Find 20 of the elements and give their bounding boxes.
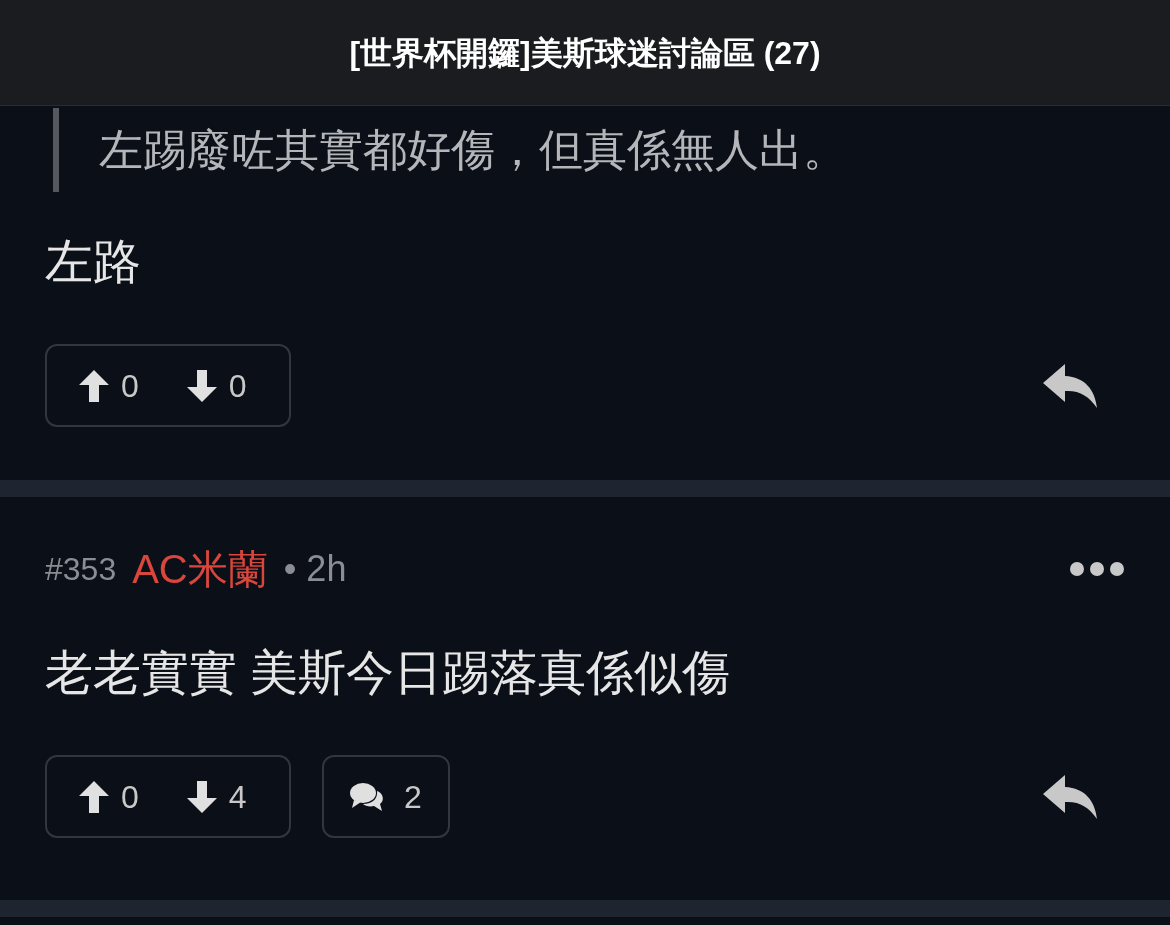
reply-icon[interactable] <box>1043 363 1097 408</box>
quoted-text: 左踢廢咗其實都好傷，但真係無人出。 <box>99 124 848 176</box>
comments-button[interactable]: 2 <box>322 755 450 838</box>
post-number: #353 <box>45 550 117 589</box>
down-arrow-icon <box>186 369 217 402</box>
post-text: 老老實實 美斯今日踢落真係似傷 <box>45 645 732 701</box>
reply-icon[interactable] <box>1043 774 1097 819</box>
author-name[interactable]: AC米蘭 <box>132 539 268 599</box>
upvote-button[interactable]: 0 <box>79 772 139 821</box>
downvote-button[interactable]: 0 <box>186 361 247 410</box>
thread-title: [世界杯開鑼]美斯球迷討論區 (27) <box>349 33 821 73</box>
down-arrow-icon <box>186 780 217 813</box>
up-arrow-icon <box>79 369 109 402</box>
upvote-button[interactable]: 0 <box>79 361 139 410</box>
post-text: 左路 <box>45 234 142 290</box>
comment-icon <box>350 781 385 812</box>
up-arrow-icon <box>79 780 109 813</box>
more-icon[interactable] <box>1069 561 1125 577</box>
downvote-button[interactable]: 4 <box>186 772 247 821</box>
post-time: • 2h <box>283 547 347 591</box>
